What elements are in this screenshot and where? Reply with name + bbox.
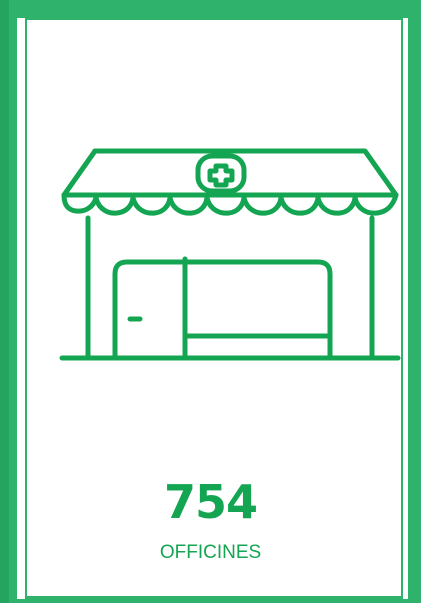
pharmacy-shop-icon (59, 148, 401, 361)
stat-value: 754 (163, 475, 258, 529)
stat-label: OFFICINES (159, 542, 262, 563)
